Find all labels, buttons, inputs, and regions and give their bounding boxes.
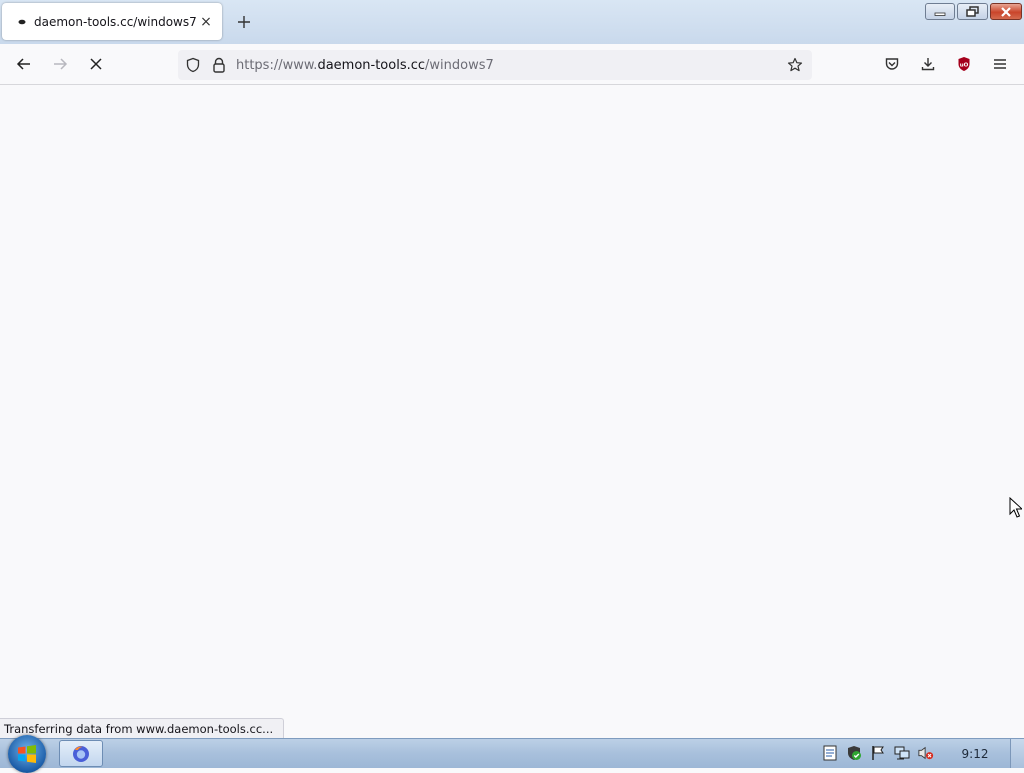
url-path: /windows7 [425, 57, 494, 73]
url-prefix: https://www. [236, 57, 318, 73]
show-desktop-button[interactable] [1010, 739, 1024, 768]
bookmark-star-button[interactable] [784, 54, 806, 76]
plus-icon [238, 16, 250, 28]
new-tab-button[interactable] [234, 12, 254, 32]
star-icon [787, 57, 803, 72]
minimize-icon [934, 12, 946, 16]
title-bar: daemon-tools.cc/windows7 × [0, 0, 1024, 44]
start-button[interactable] [8, 735, 46, 773]
windows-taskbar: 9:12 [0, 735, 1024, 773]
mouse-cursor-icon [1009, 497, 1022, 518]
app-menu-button[interactable] [988, 52, 1012, 76]
tab-close-button[interactable]: × [198, 14, 214, 30]
close-icon [1001, 6, 1011, 17]
firefox-icon [73, 745, 89, 762]
taskbar-firefox-button[interactable] [59, 740, 103, 767]
taskbar-clock[interactable]: 9:12 [955, 739, 995, 768]
svg-text:uO: uO [960, 63, 969, 69]
stop-icon [90, 58, 102, 70]
menu-icon [994, 59, 1006, 69]
pocket-button[interactable] [880, 52, 904, 76]
url-text[interactable]: https://www.daemon-tools.cc/windows7 [236, 58, 494, 73]
stop-button[interactable] [84, 52, 108, 76]
url-host: daemon-tools.cc [317, 57, 426, 73]
tab-active[interactable]: daemon-tools.cc/windows7 × [2, 3, 222, 40]
tray-volume-muted-icon[interactable] [918, 745, 934, 761]
ublock-extension-button[interactable]: uO [952, 52, 976, 76]
back-button[interactable] [12, 52, 36, 76]
restore-icon [966, 6, 979, 17]
forward-arrow-icon [54, 58, 68, 70]
tracking-protection-shield-icon[interactable] [182, 54, 204, 76]
loading-dot-icon [18, 18, 26, 26]
downloads-button[interactable] [916, 52, 940, 76]
pocket-icon [885, 58, 899, 70]
windows-logo-icon [18, 745, 36, 763]
tray-network-icon[interactable] [894, 745, 910, 761]
tray-security-shield-icon[interactable] [846, 745, 862, 761]
window-close-button[interactable] [990, 3, 1022, 20]
tab-title: daemon-tools.cc/windows7 [34, 14, 197, 29]
window-minimize-button[interactable] [925, 3, 955, 20]
back-arrow-icon [16, 58, 30, 70]
ublock-icon: uO [958, 57, 970, 71]
lock-icon[interactable] [208, 54, 230, 76]
tray-notes-icon[interactable] [822, 745, 838, 761]
navigation-toolbar: https://www.daemon-tools.cc/windows7 uO [0, 44, 1024, 85]
status-panel: Transferring data from www.daemon-tools.… [0, 718, 285, 738]
downloads-icon [921, 58, 935, 71]
tray-action-center-flag-icon[interactable] [870, 745, 886, 761]
forward-button[interactable] [48, 52, 72, 76]
url-bar[interactable]: https://www.daemon-tools.cc/windows7 [178, 50, 812, 80]
page-content: Transferring data from www.daemon-tools.… [0, 85, 1024, 738]
window-restore-button[interactable] [957, 3, 988, 20]
